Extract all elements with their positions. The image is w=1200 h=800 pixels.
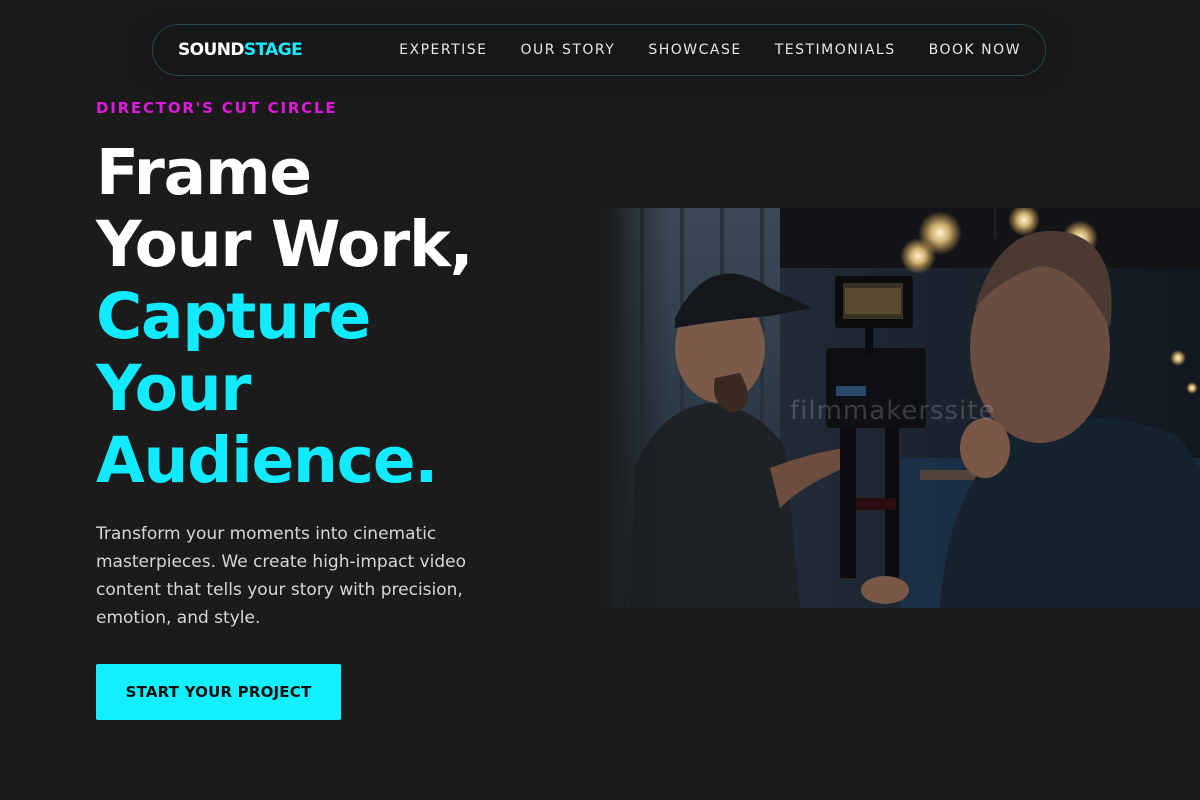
nav-link-showcase[interactable]: SHOWCASE [648, 42, 741, 58]
headline-line-1: Frame [96, 136, 312, 209]
landing-page: SOUNDSTAGE EXPERTISE OUR STORY SHOWCASE … [0, 0, 1200, 800]
hero-image: filmmakerssite [600, 208, 1200, 608]
image-edge-fade [600, 208, 670, 608]
nav-link-book-now[interactable]: BOOK NOW [929, 42, 1021, 58]
nav-link-expertise[interactable]: EXPERTISE [399, 42, 487, 58]
nav-link-testimonials[interactable]: TESTIMONIALS [775, 42, 896, 58]
logo-word-sound: SOUND [178, 40, 244, 60]
logo-word-stage: STAGE [243, 40, 303, 60]
image-watermark: filmmakerssite [790, 396, 996, 426]
headline-line-2: Your Work, [96, 208, 474, 281]
hero-headline: Frame Your Work, Capture Your Audience. [96, 137, 566, 497]
navbar: SOUNDSTAGE EXPERTISE OUR STORY SHOWCASE … [152, 24, 1046, 76]
headline-line-4: Your [96, 352, 251, 425]
headline-line-5: Audience. [96, 424, 438, 497]
nav-links: EXPERTISE OUR STORY SHOWCASE TESTIMONIAL… [399, 25, 1021, 75]
nav-link-our-story[interactable]: OUR STORY [521, 42, 616, 58]
headline-line-3: Capture [96, 280, 371, 353]
brand-logo[interactable]: SOUNDSTAGE [178, 39, 303, 61]
hero-eyebrow: DIRECTOR'S CUT CIRCLE [96, 99, 338, 117]
start-project-button[interactable]: START YOUR PROJECT [96, 664, 341, 720]
hero-description: Transform your moments into cinematic ma… [96, 524, 466, 628]
